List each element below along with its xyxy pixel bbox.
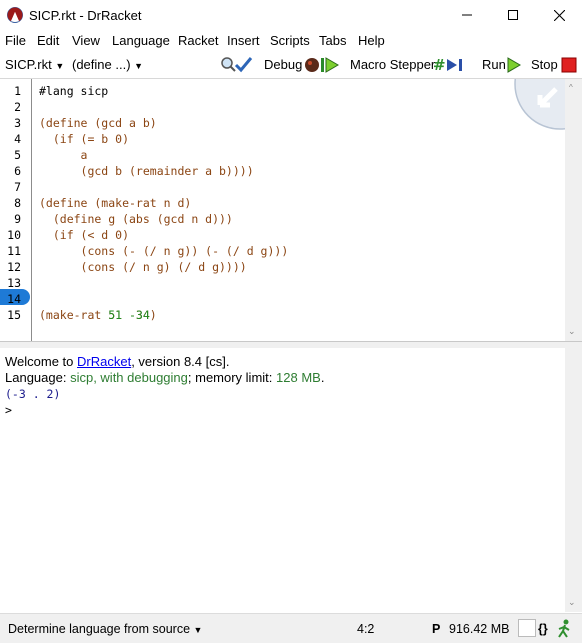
minimize-button[interactable] — [444, 0, 490, 30]
number-literal: 51 -34 — [108, 308, 150, 322]
maximize-button[interactable] — [490, 0, 536, 30]
menu-tabs[interactable]: Tabs — [319, 33, 346, 48]
repl-scrollbar[interactable]: ⌄ — [565, 348, 582, 612]
memory-label: ; memory limit: — [187, 370, 277, 385]
title-bar: SICP.rkt - DrRacket — [0, 0, 582, 30]
gc-indicator-box — [518, 619, 536, 637]
language-label: Language: — [5, 370, 71, 385]
scroll-up-icon: ^ — [569, 83, 573, 92]
close-icon — [553, 9, 565, 21]
definitions-editor[interactable]: 1 2 3 4 5 6 7 8 9 10 11 12 13 14 15 #lan… — [0, 79, 582, 341]
result-value: (-3 . 2) — [5, 387, 61, 401]
drracket-link[interactable]: DrRacket — [77, 354, 131, 369]
code-line: (cons (/ n g) (/ d g)))) — [39, 260, 247, 274]
window-title: SICP.rkt - DrRacket — [29, 8, 142, 23]
macro-stepper-button[interactable]: Macro Stepper — [350, 57, 435, 72]
file-dropdown[interactable]: SICP.rkt ▼ — [5, 57, 64, 72]
maximize-icon — [508, 10, 518, 20]
macro-stepper-label: Macro Stepper — [350, 57, 436, 72]
repl-prompt[interactable]: > — [5, 403, 12, 417]
drracket-logo-icon — [7, 7, 23, 23]
svg-text:#: # — [433, 56, 446, 74]
language-selector[interactable]: Determine language from source ▼ — [8, 622, 202, 636]
line-number: 4 — [14, 132, 21, 146]
code-line: a — [39, 148, 88, 162]
language-line: Language: sicp, with debugging; memory l… — [5, 370, 324, 385]
stop-button[interactable]: Stop — [531, 57, 558, 72]
line-number: 15 — [7, 308, 21, 322]
close-button[interactable] — [536, 0, 582, 30]
debug-icon — [305, 57, 339, 73]
line-number-gutter: 1 2 3 4 5 6 7 8 9 10 11 12 13 14 15 — [0, 79, 30, 341]
line-number: 1 — [14, 84, 21, 98]
stop-label: Stop — [531, 57, 558, 72]
menu-insert[interactable]: Insert — [227, 33, 260, 48]
collapse-corner-icon[interactable] — [510, 79, 565, 134]
menu-view[interactable]: View — [72, 33, 100, 48]
run-label: Run — [482, 57, 506, 72]
chevron-down-icon: ▼ — [193, 625, 203, 635]
place-indicator: P — [432, 622, 441, 636]
welcome-line: Welcome to DrRacket, version 8.4 [cs]. — [5, 354, 229, 369]
code-line: (gcd b (remainder a b)))) — [39, 164, 254, 178]
line-number: 7 — [14, 180, 21, 194]
scroll-down-icon: ⌄ — [568, 597, 576, 607]
define-dropdown-label: (define ...) — [72, 57, 131, 72]
line-number: 8 — [14, 196, 21, 210]
gutter-divider — [31, 79, 32, 341]
menu-file[interactable]: File — [5, 33, 26, 48]
line-number: 11 — [7, 244, 21, 258]
line-number: 13 — [7, 276, 21, 290]
code-line: #lang sicp — [39, 84, 109, 98]
interactions-pane[interactable]: Welcome to DrRacket, version 8.4 [cs]. L… — [0, 348, 582, 612]
editor-scrollbar[interactable]: ^ ⌄ — [565, 79, 582, 341]
language-selector-label: Determine language from source — [8, 622, 191, 636]
memory-value: 128 MB — [276, 370, 321, 385]
menu-scripts[interactable]: Scripts — [270, 33, 310, 48]
memory-usage[interactable]: 916.42 MB — [449, 622, 509, 636]
line-number: 5 — [14, 148, 21, 162]
code-line: (if (< d 0) — [39, 228, 130, 242]
welcome-suffix: , version 8.4 [cs]. — [131, 354, 230, 369]
line-number: 6 — [14, 164, 21, 178]
code-line: (if (= b 0) — [39, 132, 130, 146]
minimize-icon — [462, 14, 472, 16]
code-line: (define g (abs (gcd n d))) — [39, 212, 233, 226]
define-dropdown[interactable]: (define ...) ▼ — [72, 57, 143, 72]
current-line-number: 14 — [7, 292, 21, 306]
menu-help[interactable]: Help — [358, 33, 385, 48]
braces-icon[interactable]: {} — [538, 622, 548, 636]
scroll-down-icon: ⌄ — [568, 326, 576, 336]
chevron-down-icon: ▼ — [55, 61, 65, 71]
line-number: 10 — [7, 228, 21, 242]
status-bar: Determine language from source ▼ 4:2 P 9… — [0, 613, 582, 643]
welcome-prefix: Welcome to — [5, 354, 78, 369]
file-dropdown-label: SICP.rkt — [5, 57, 52, 72]
debug-button[interactable]: Debug — [264, 57, 302, 72]
line-number: 2 — [14, 100, 21, 114]
toolbar: SICP.rkt ▼ (define ...) ▼ Debug Macro St… — [0, 52, 582, 79]
menu-bar: File Edit View Language Racket Insert Sc… — [0, 30, 582, 52]
check-syntax-icon[interactable] — [220, 56, 254, 74]
language-value: sicp, with debugging — [70, 370, 188, 385]
code-line: (define (make-rat n d) — [39, 196, 192, 210]
line-number: 12 — [7, 260, 21, 274]
number-literal-overlay: (make-rat 51 -34 — [39, 307, 150, 323]
chevron-down-icon: ▼ — [134, 61, 144, 71]
running-man-icon — [558, 619, 570, 638]
code-line: (cons (- (/ n g)) (- (/ d g))) — [39, 244, 289, 258]
menu-racket[interactable]: Racket — [178, 33, 218, 48]
line-number: 9 — [14, 212, 21, 226]
line-number: 3 — [14, 116, 21, 130]
run-button[interactable]: Run — [482, 57, 506, 72]
stop-icon — [561, 57, 577, 73]
run-icon — [507, 57, 521, 73]
macro-stepper-icon: # — [433, 56, 462, 74]
menu-edit[interactable]: Edit — [37, 33, 59, 48]
memory-end: . — [320, 370, 325, 385]
menu-language[interactable]: Language — [112, 33, 170, 48]
code-line: (define (gcd a b) — [39, 116, 157, 130]
cursor-position: 4:2 — [357, 622, 375, 636]
debug-label: Debug — [264, 57, 303, 72]
